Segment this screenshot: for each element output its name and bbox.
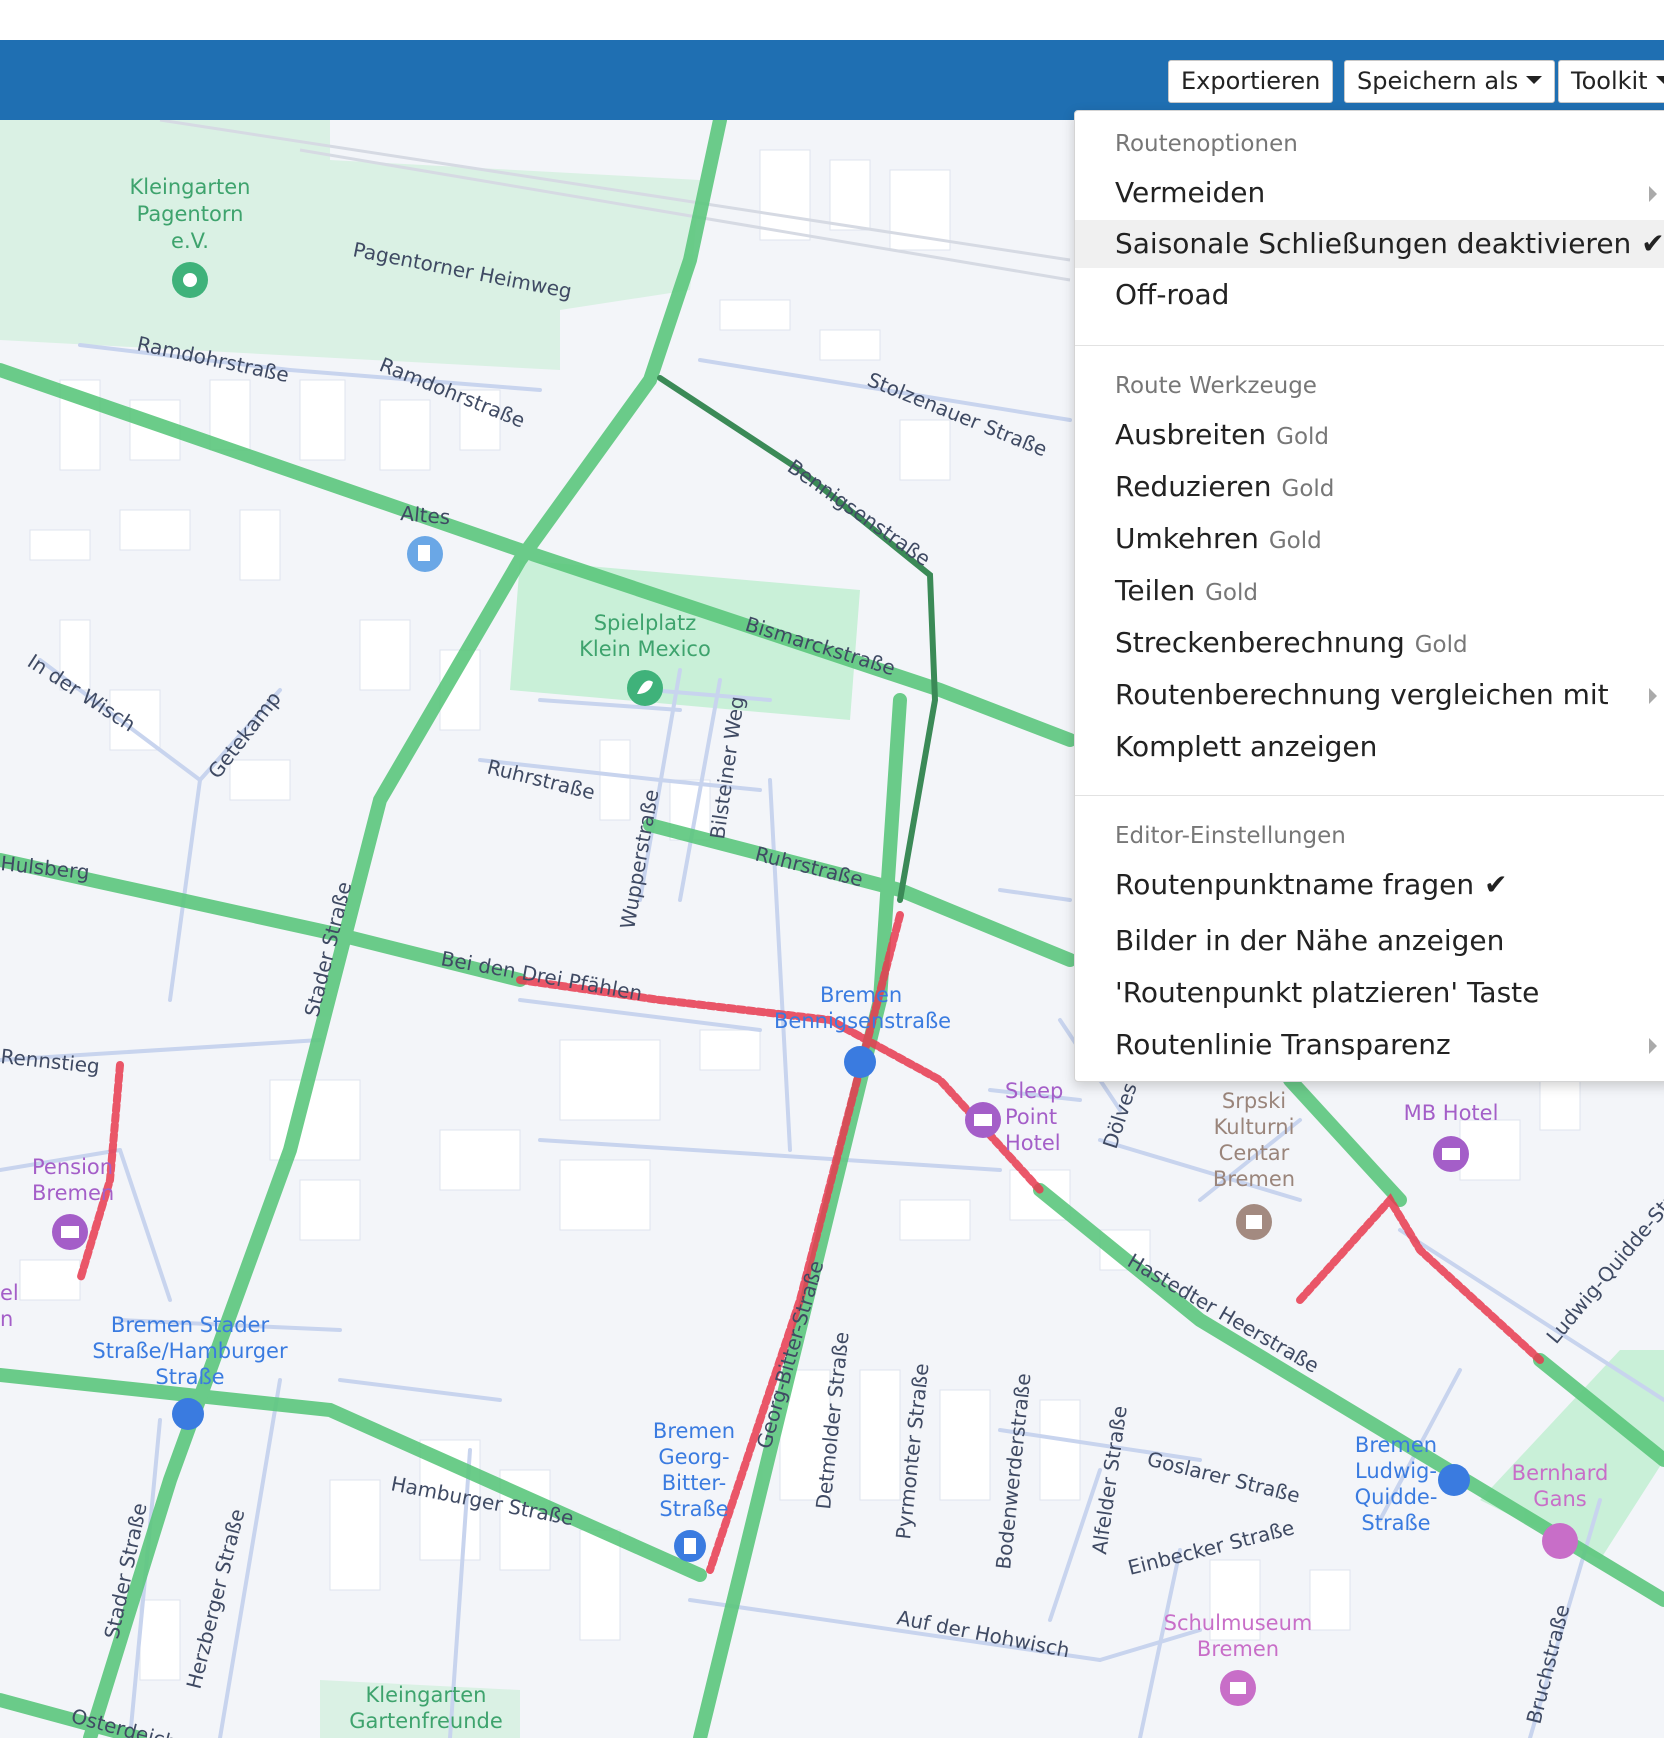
menu-item-show-nearby-photos[interactable]: Bilder in der Nähe anzeigen	[1075, 917, 1664, 965]
road-label: Rennstieg	[0, 1044, 101, 1078]
menu-item-avoid[interactable]: Vermeiden	[1075, 169, 1664, 217]
road-label: Bruchstraße	[1522, 1602, 1575, 1726]
checkmark-icon: ✔	[1484, 868, 1508, 901]
road-label: Stolzenauer Straße	[864, 367, 1051, 461]
route-tools-header: Route Werkzeuge	[1115, 373, 1317, 399]
top-strip	[0, 0, 1664, 40]
menu-item-label: Teilen	[1115, 574, 1196, 607]
menu-item-label: Komplett anzeigen	[1115, 730, 1378, 763]
menu-item-reduce[interactable]: Reduzieren Gold	[1075, 463, 1664, 511]
road-label: Ludwig-Quidde-Str	[1541, 1189, 1664, 1348]
menu-item-label: Off-road	[1115, 278, 1230, 311]
tram-stop-icon[interactable]	[674, 1530, 706, 1562]
road-label: Ruhrstraße	[485, 755, 598, 805]
road-label: Ruhrstraße	[753, 842, 866, 892]
menu-item-place-waypoint-key[interactable]: 'Routenpunkt platzieren' Taste	[1075, 969, 1664, 1017]
menu-item-off-road[interactable]: Off-road	[1075, 271, 1664, 319]
poi-label: Srpski Kulturni Centar Bremen	[1213, 1089, 1295, 1191]
road-label: Bodenwerderstraße	[991, 1372, 1035, 1570]
submenu-arrow-icon	[1649, 1038, 1657, 1054]
export-label: Exportieren	[1181, 67, 1321, 95]
road-label: Alfelder Straße	[1087, 1404, 1132, 1556]
menu-item-split[interactable]: Teilen Gold	[1075, 567, 1664, 615]
hotel-icon[interactable]	[1433, 1136, 1469, 1172]
menu-item-route-calculation[interactable]: Streckenberechnung Gold	[1075, 619, 1664, 667]
save-as-button[interactable]: Speichern als	[1344, 60, 1556, 103]
poi-label: Bremen Georg-Bitter-Straße	[653, 1419, 735, 1521]
road-label: Altes	[400, 501, 452, 529]
menu-divider	[1075, 795, 1664, 796]
bus-stop-icon[interactable]	[1438, 1464, 1470, 1496]
hotel-icon[interactable]	[52, 1214, 88, 1250]
gold-badge: Gold	[1205, 580, 1258, 606]
menu-item-route-line-transparency[interactable]: Routenlinie Transparenz	[1075, 1021, 1664, 1069]
road-label: Dölves	[1098, 1080, 1142, 1152]
menu-item-label: Vermeiden	[1115, 176, 1266, 209]
playground-icon[interactable]	[627, 670, 663, 706]
menu-item-label: Reduzieren	[1115, 470, 1272, 503]
museum-icon[interactable]	[1220, 1670, 1256, 1706]
menu-item-label: Routenlinie Transparenz	[1115, 1028, 1451, 1061]
menu-item-reverse[interactable]: Umkehren Gold	[1075, 515, 1664, 563]
toolkit-dropdown-menu: Routenoptionen Vermeiden Saisonale Schli…	[1074, 110, 1664, 1082]
poi-label: Pension Bremen	[32, 1155, 114, 1205]
road-label: Bei den Drei Pfählen	[439, 946, 644, 1005]
export-button[interactable]: Exportieren	[1168, 60, 1334, 103]
fuel-station-icon[interactable]	[407, 536, 443, 572]
toolkit-label: Toolkit	[1571, 67, 1648, 95]
poi-label: Sleep Point Hotel	[1005, 1079, 1063, 1155]
submenu-arrow-icon	[1649, 688, 1657, 704]
menu-item-label: Routenpunktname fragen	[1115, 868, 1475, 901]
menu-item-ask-waypoint-name[interactable]: Routenpunktname fragen ✔	[1075, 861, 1664, 909]
toolkit-button[interactable]: Toolkit	[1558, 60, 1664, 103]
poi-label: MB Hotel	[1404, 1101, 1499, 1125]
garden-icon[interactable]	[172, 262, 208, 298]
road-label: Auf der Hohwisch	[895, 1605, 1072, 1662]
poi-label: Bremen Bennigsenstraße	[774, 983, 951, 1033]
bus-stop-icon[interactable]	[844, 1046, 876, 1078]
road-label: Hulsberg	[0, 851, 91, 884]
road-label: Hastedter Heerstraße	[1124, 1249, 1324, 1378]
menu-divider	[1075, 345, 1664, 346]
menu-item-label: Umkehren	[1115, 522, 1259, 555]
poi-label: el n	[0, 1281, 19, 1331]
save-as-label: Speichern als	[1357, 67, 1519, 95]
checkmark-icon: ✔	[1641, 227, 1664, 260]
chevron-down-icon	[1655, 76, 1664, 84]
gold-badge: Gold	[1281, 476, 1335, 502]
menu-item-expand[interactable]: Ausbreiten Gold	[1075, 411, 1664, 459]
menu-item-label: Ausbreiten	[1115, 418, 1267, 451]
poi-label: Bremen Ludwig-Quidde-Straße	[1355, 1433, 1438, 1535]
bus-stop-icon[interactable]	[172, 1398, 204, 1430]
hotel-icon[interactable]	[965, 1102, 1001, 1138]
poi-label: Bremen Stader Straße/Hamburger Straße	[92, 1313, 288, 1389]
culture-icon[interactable]	[1236, 1204, 1272, 1240]
menu-item-label: 'Routenpunkt platzieren' Taste	[1115, 976, 1540, 1009]
road-label: Herzberger Straße	[182, 1506, 250, 1691]
menu-item-label: Saisonale Schließungen deaktivieren	[1115, 227, 1632, 260]
menu-item-label: Streckenberechnung	[1115, 626, 1405, 659]
submenu-arrow-icon	[1649, 186, 1657, 202]
gold-badge: Gold	[1414, 632, 1468, 658]
chevron-down-icon	[1526, 76, 1543, 84]
menu-item-compare-routing[interactable]: Routenberechnung vergleichen mit	[1075, 671, 1664, 719]
menu-item-disable-seasonal-closures[interactable]: Saisonale Schließungen deaktivieren ✔	[1075, 220, 1664, 268]
gold-badge: Gold	[1268, 528, 1322, 554]
gold-badge: Gold	[1276, 424, 1330, 450]
restaurant-icon[interactable]	[1542, 1523, 1578, 1559]
route-options-header: Routenoptionen	[1115, 131, 1298, 157]
editor-settings-header: Editor-Einstellungen	[1115, 823, 1346, 849]
menu-item-show-all[interactable]: Komplett anzeigen	[1075, 723, 1664, 771]
menu-item-label: Routenberechnung vergleichen mit	[1115, 678, 1609, 711]
toolbar: Exportieren Speichern als Toolkit	[0, 40, 1664, 120]
menu-item-label: Bilder in der Nähe anzeigen	[1115, 924, 1505, 957]
road-label: Goslarer Straße	[1145, 1447, 1303, 1508]
